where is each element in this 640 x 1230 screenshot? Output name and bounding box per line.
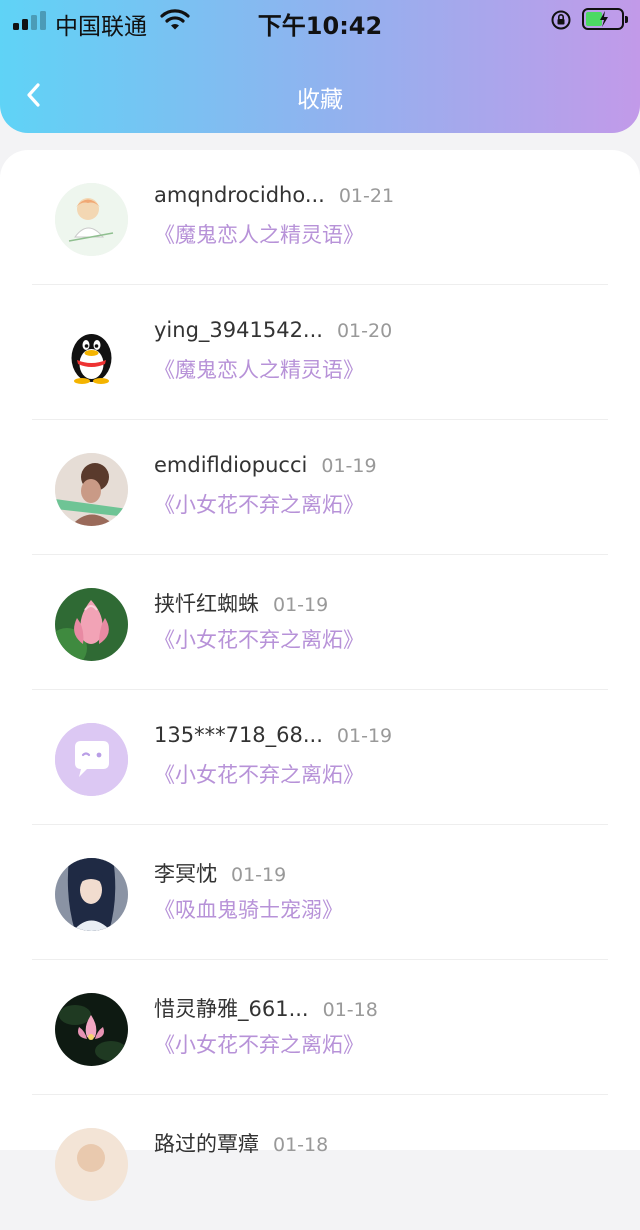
username: amqndrocidho...: [154, 183, 325, 207]
list-item[interactable]: 李冥忱 01-19 《吸血鬼骑士宠溺》: [0, 825, 640, 960]
list-item[interactable]: 135***718_68... 01-19 《小女花不弃之离炻》: [0, 690, 640, 825]
status-time: 下午10:42: [257, 12, 383, 40]
username: ying_3941542...: [154, 318, 323, 342]
battery-icon: [582, 8, 628, 30]
book-title-link[interactable]: 《魔鬼恋人之精灵语》: [154, 354, 364, 384]
status-bar: 中国联通 下午10:42: [0, 0, 640, 40]
favorite-date: 01-19: [321, 455, 377, 477]
favorite-date: 01-18: [273, 1134, 329, 1156]
user-avatar: [55, 183, 128, 256]
book-title-link[interactable]: 《小女花不弃之离炻》: [154, 759, 364, 789]
list-item[interactable]: 惜灵静雅_661... 01-18 《小女花不弃之离炻》: [0, 960, 640, 1095]
user-avatar: [55, 588, 128, 661]
book-title-link[interactable]: 《小女花不弃之离炻》: [154, 489, 364, 519]
username: 李冥忱: [154, 862, 217, 886]
book-title-link[interactable]: 《魔鬼恋人之精灵语》: [154, 219, 364, 249]
user-avatar: [55, 1128, 128, 1201]
username: 惜灵静雅_661...: [154, 997, 309, 1021]
rotation-lock-icon: [551, 10, 571, 30]
list-item[interactable]: amqndrocidho... 01-21 《魔鬼恋人之精灵语》: [0, 150, 640, 285]
username: 135***718_68...: [154, 723, 323, 747]
username: emdifldiopucci: [154, 453, 308, 477]
favorite-date: 01-19: [273, 594, 329, 616]
user-avatar: [55, 993, 128, 1066]
header-bar: 中国联通 下午10:42 收藏: [0, 0, 640, 133]
user-avatar: [55, 858, 128, 931]
list-item[interactable]: 挟忏红蜘蛛 01-19 《小女花不弃之离炻》: [0, 555, 640, 690]
favorites-list: amqndrocidho... 01-21 《魔鬼恋人之精灵语》 ying_394…: [0, 150, 640, 1201]
qq-penguin-avatar: [55, 318, 128, 391]
favorite-date: 01-19: [231, 864, 287, 886]
page-title: 收藏: [297, 87, 343, 113]
list-item[interactable]: ying_3941542... 01-20 《魔鬼恋人之精灵语》: [0, 285, 640, 420]
book-title-link[interactable]: 《吸血鬼骑士宠溺》: [154, 894, 343, 924]
favorite-date: 01-20: [336, 320, 393, 342]
favorite-date: 01-21: [338, 185, 395, 207]
default-avatar: [55, 723, 128, 796]
list-item[interactable]: 路过的覃瘴 01-18: [0, 1095, 640, 1230]
user-avatar: [55, 453, 128, 526]
favorite-date: 01-19: [336, 725, 393, 747]
username: 挟忏红蜘蛛: [154, 592, 259, 616]
book-title-link[interactable]: 《小女花不弃之离炻》: [154, 1029, 364, 1059]
book-title-link[interactable]: 《小女花不弃之离炻》: [154, 624, 364, 654]
list-item[interactable]: emdifldiopucci 01-19 《小女花不弃之离炻》: [0, 420, 640, 555]
favorite-date: 01-18: [322, 999, 378, 1021]
